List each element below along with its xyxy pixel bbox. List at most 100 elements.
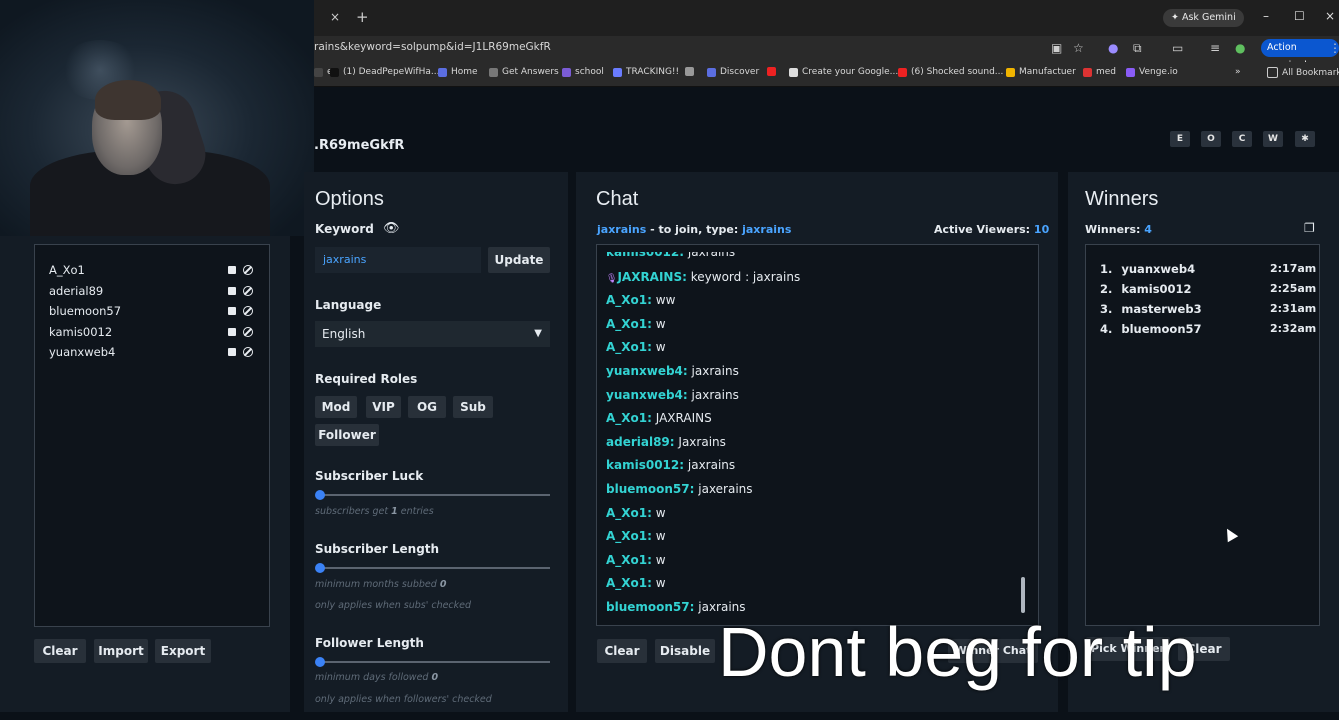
bookmark-item[interactable]: (6) Shocked sound... [898,67,1003,77]
bookmark-item[interactable]: Venge.io [1126,67,1178,77]
bookmark-favicon-icon [707,67,716,77]
role-follower[interactable]: Follower [315,424,379,446]
chat-text: keyword : jaxrains [690,269,801,284]
new-tab-button[interactable]: + [356,8,369,26]
header-toggle-o[interactable]: O [1201,131,1221,147]
subscriber-luck-hint: subscribers get 1 entries [315,506,434,517]
maximize-button[interactable]: ☐ [1294,9,1305,23]
users-import-button[interactable]: Import [94,639,148,663]
join-keyword: jaxrains [742,223,792,236]
chat-clear-button[interactable]: Clear [597,639,647,663]
bookmark-item[interactable]: Discover [707,67,759,77]
join-user[interactable]: jaxrains [597,223,646,236]
chat-username[interactable]: A_Xo1: [606,293,652,307]
role-vip[interactable]: VIP [366,396,401,418]
chat-username[interactable]: yuanxweb4: [606,364,688,378]
bookmarks-overflow-icon[interactable]: » [1235,67,1241,77]
chat-username[interactable]: A_Xo1: [606,506,652,520]
chat-username[interactable]: yuanxweb4: [606,388,688,402]
entrant-ban-icon[interactable] [243,285,253,296]
entrant-ban-icon[interactable] [243,306,253,316]
bookmark-favicon-icon [438,67,447,77]
required-roles-label: Required Roles [315,372,418,386]
chat-username[interactable]: A_Xo1: [606,553,652,567]
bookmark-item[interactable] [685,67,694,76]
chat-username[interactable]: A_Xo1: [606,317,652,331]
subscriber-length-knob[interactable] [315,563,325,573]
tab-close-icon[interactable]: × [330,10,340,24]
follower-length-note: only applies when followers' checked [315,694,492,705]
header-toggle-w[interactable]: W [1263,131,1283,147]
header-toggle-c[interactable]: C [1232,131,1252,147]
keyword-input[interactable]: jaxrains [315,247,481,273]
extension-icon[interactable]: ● [1108,41,1118,55]
copy-icon[interactable]: ❐ [1304,221,1315,235]
entrant-ban-icon[interactable] [243,347,253,357]
entrant-remove-icon[interactable] [228,348,236,356]
language-value: English [322,327,366,341]
entrant-remove-icon[interactable] [228,266,236,274]
chat-disable-button[interactable]: Disable [655,639,715,663]
subscriber-luck-slider[interactable] [320,494,550,496]
entrant-name: A_Xo1 [49,263,85,277]
chat-username[interactable]: bluemoon57: [606,482,694,496]
language-label: Language [315,298,382,312]
bookmark-item[interactable]: TRACKING!! [613,67,679,77]
chat-message: kamis0012: jaxrains [606,458,735,472]
entrant-ban-icon[interactable] [243,265,253,275]
entrant-ban-icon[interactable] [243,326,253,337]
cast-icon[interactable]: ▭ [1172,41,1183,55]
subscriber-length-slider[interactable] [320,567,550,569]
profile-avatar-icon[interactable]: ● [1235,41,1245,55]
entrant-remove-icon[interactable] [228,286,236,295]
chat-username[interactable]: JAXRAINS: [617,270,686,284]
chat-username[interactable]: A_Xo1: [606,340,652,354]
role-mod[interactable]: Mod [315,396,357,418]
chat-message: A_Xo1: w [606,506,666,520]
ask-gemini-button[interactable]: ✦ Ask Gemini [1163,9,1244,27]
chat-message: A_Xo1: w [606,317,666,331]
bookmark-item[interactable]: Get Answers [489,67,559,77]
close-window-button[interactable]: × [1325,9,1335,23]
header-toggle-settings[interactable]: ✱ [1295,131,1315,147]
role-sub[interactable]: Sub [453,396,493,418]
extensions-puzzle-icon[interactable]: ⧉ [1133,41,1142,56]
language-select[interactable]: English ▼ [315,321,550,347]
header-toggle-e[interactable]: E [1170,131,1190,147]
chat-username[interactable]: kamis0012: [606,458,684,472]
chat-username[interactable]: bluemoon57: [606,600,694,614]
bookmark-item[interactable]: (1) DeadPepeWifHa... [330,67,439,77]
camera-blocked-icon[interactable]: ▣ [1051,41,1062,55]
bookmark-item[interactable]: Manufactuer [1006,67,1076,77]
entrants-list[interactable] [34,244,270,627]
follower-length-knob[interactable] [315,657,325,667]
menu-kebab-icon[interactable]: ⋮ [1329,41,1339,55]
eye-icon[interactable]: 👁 [383,221,400,236]
subscriber-luck-knob[interactable] [315,490,325,500]
url-field[interactable]: rains&keyword=solpump&id=J1LR69meGkfR [314,41,551,53]
join-instructions: jaxrains - to join, type: jaxrains [597,223,791,236]
entrant-remove-icon[interactable] [228,327,236,336]
bookmark-item[interactable] [767,67,776,76]
minimize-button[interactable]: – [1263,9,1269,23]
bookmark-star-icon[interactable]: ☆ [1073,41,1084,55]
chat-username[interactable]: A_Xo1: [606,576,652,590]
users-clear-button[interactable]: Clear [34,639,86,663]
chat-message: aderial89: Jaxrains [606,435,726,449]
bookmark-item[interactable]: Create your Google... [789,67,898,77]
bookmark-item[interactable]: school [562,67,604,77]
bookmark-item[interactable]: med [1083,67,1116,77]
users-export-button[interactable]: Export [155,639,211,663]
follower-length-slider[interactable] [320,661,550,663]
action-required-button[interactable]: Action required [1261,39,1339,71]
chat-scrollbar[interactable] [1021,577,1025,613]
bookmark-item[interactable]: Home [438,67,478,77]
entrant-remove-icon[interactable] [228,307,236,315]
update-button[interactable]: Update [488,247,550,273]
role-og[interactable]: OG [408,396,446,418]
all-bookmarks[interactable]: All Bookmarks [1267,67,1339,78]
chat-username[interactable]: aderial89: [606,435,675,449]
media-controls-icon[interactable]: ≡ [1210,41,1220,55]
chat-username[interactable]: A_Xo1: [606,529,652,543]
chat-username[interactable]: A_Xo1: [606,411,652,425]
